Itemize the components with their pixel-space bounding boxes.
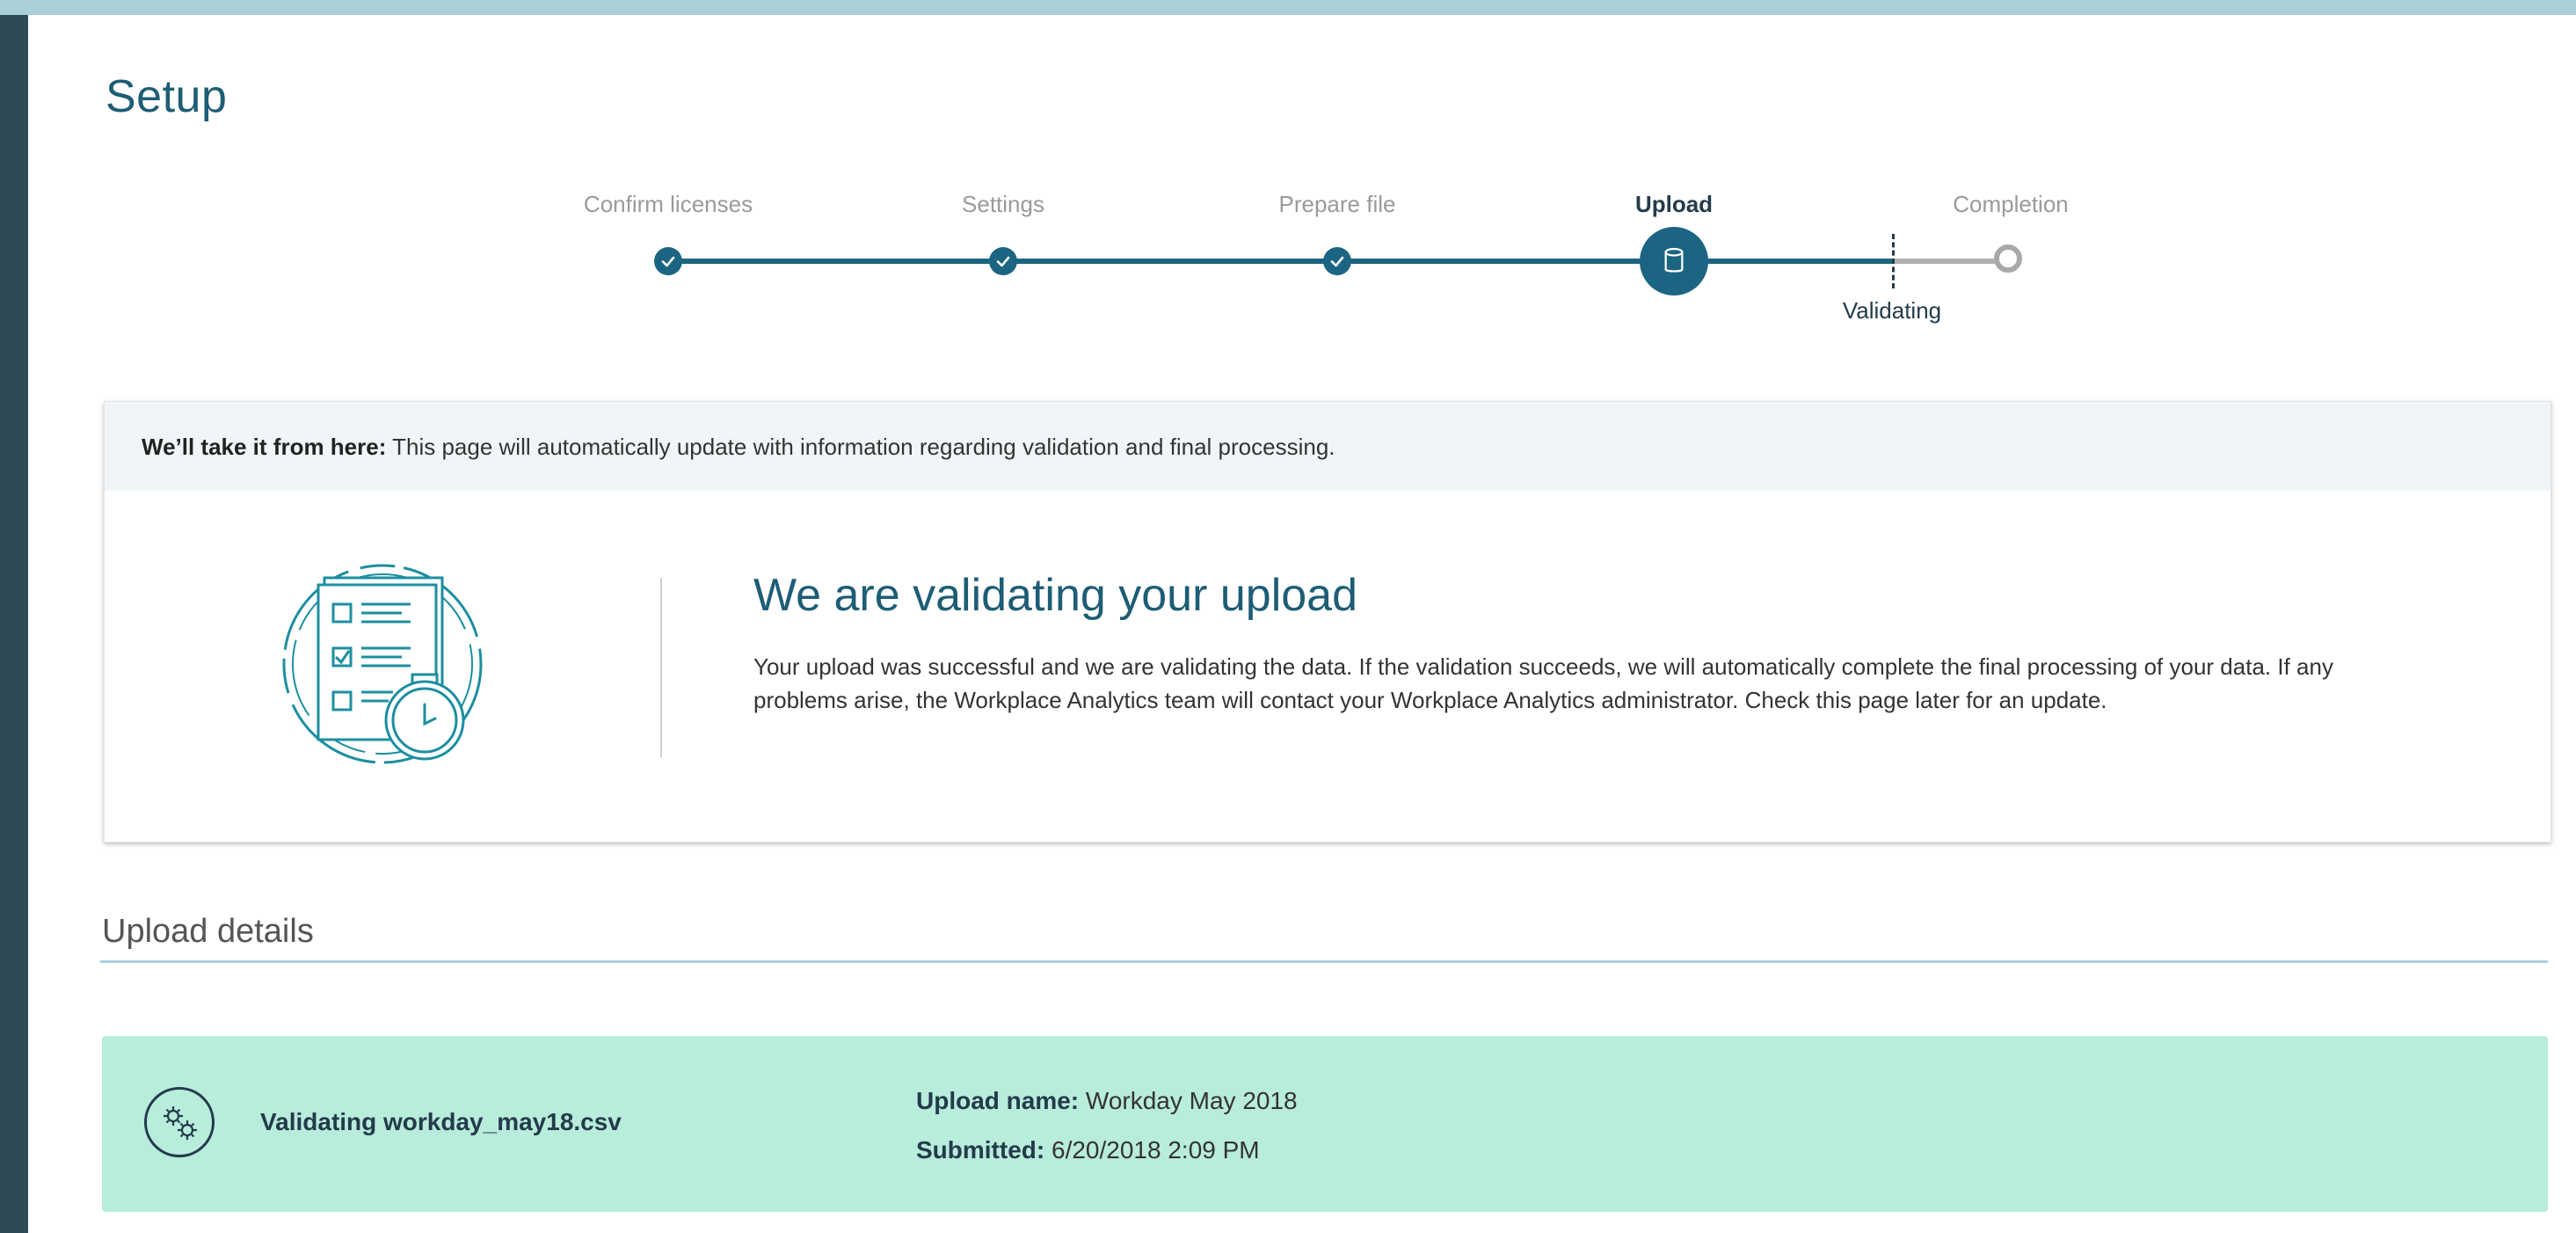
validating-label: Validating [1842,297,1942,324]
step-label-upload: Upload [1634,191,1714,217]
step-label-completion: Completion [1953,191,2069,217]
step-label-confirm-licenses: Confirm licenses [583,191,753,217]
submitted-row: Submitted: 6/20/2018 2:09 PM [916,1136,1260,1164]
upload-details-heading: Upload details [102,913,314,950]
step-label-prepare-file: Prepare file [1278,191,1396,217]
card-header-message: This page will automatically update with… [386,434,1335,460]
submitted-value: 6/20/2018 2:09 PM [1044,1136,1260,1164]
submitted-label: Submitted: [916,1136,1045,1164]
upload-name-label: Upload name: [916,1087,1080,1114]
checklist-stopwatch-icon [282,564,483,764]
stepper-track-complete [668,259,1893,264]
upload-status-panel: Validating workday_may18.csv Upload name… [102,1036,2548,1212]
card-header: We’ll take it from here: This page will … [105,402,2551,491]
step-upload-database-icon [1640,227,1708,295]
section-divider [100,960,2548,963]
validation-status-card: We’ll take it from here: This page will … [104,401,2551,843]
setup-stepper: Confirm licenses Settings Prepare file U… [0,0,2576,352]
step-label-settings: Settings [962,191,1044,217]
card-divider [660,578,662,757]
step-settings-check-icon [989,247,1017,275]
upload-name-row: Upload name: Workday May 2018 [916,1087,1298,1115]
step-confirm-licenses-check-icon [654,247,682,275]
card-header-bold: We’ll take it from here: [142,434,387,460]
gears-icon [144,1087,215,1157]
card-header-text: We’ll take it from here: This page will … [142,434,1335,461]
stepper-track-pending [1893,259,2007,264]
card-body-text: Your upload was successful and we are va… [753,653,2333,713]
upload-name-value: Workday May 2018 [1079,1087,1298,1114]
validating-marker [1892,234,1895,288]
upload-status-text: Validating workday_may18.csv [260,1108,622,1135]
card-title: We are validating your upload [753,570,1358,621]
step-completion-pending-icon [1994,244,2022,273]
step-prepare-file-check-icon [1323,247,1351,275]
